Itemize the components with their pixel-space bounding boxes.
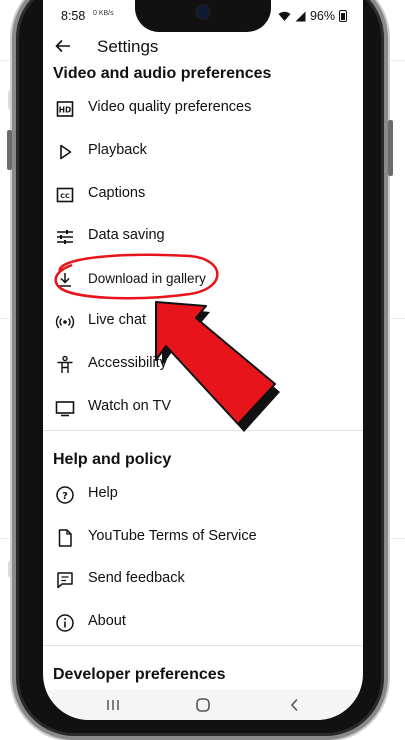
recents-icon[interactable] — [102, 694, 124, 716]
settings-item-live-chat[interactable]: Live chat — [43, 302, 363, 342]
front-camera-icon — [197, 6, 209, 18]
section-header-help-policy: Help and policy — [53, 451, 172, 468]
settings-item-accessibility[interactable]: Accessibility — [43, 345, 363, 385]
settings-item-label: Live chat — [88, 312, 147, 328]
settings-item-label: Captions — [88, 185, 146, 201]
status-right: 96% — [278, 9, 347, 23]
camera-notch — [135, 0, 271, 32]
signal-icon — [295, 11, 306, 21]
cc-icon: CC — [56, 187, 74, 203]
settings-item-label: Watch on TV — [88, 398, 172, 414]
settings-item-label: Data saving — [88, 227, 165, 243]
settings-item-about[interactable]: About — [43, 603, 363, 643]
battery-percentage: 96% — [309, 9, 335, 23]
settings-item-send-feedback[interactable]: Send feedback — [43, 560, 363, 600]
svg-text:?: ? — [62, 491, 68, 502]
settings-item-download-in-gallery[interactable]: Download in gallery — [43, 260, 363, 300]
hd-icon: HD — [56, 101, 74, 117]
tv-icon — [55, 401, 75, 417]
status-network-speed: 0 KB/s — [93, 10, 114, 17]
page-title: Settings — [97, 37, 159, 56]
section-divider — [43, 645, 363, 646]
status-time: 8:58 — [61, 9, 86, 23]
settings-item-label: Download in gallery — [88, 271, 206, 286]
app-bar: Settings — [43, 34, 363, 60]
section-header-video-audio: Video and audio preferences — [53, 65, 272, 82]
phone-side-button — [388, 120, 393, 176]
wifi-icon — [278, 11, 291, 21]
svg-text:CC: CC — [60, 192, 70, 200]
svg-text:HD: HD — [59, 106, 72, 115]
settings-item-label: Video quality preferences — [88, 99, 252, 115]
battery-icon — [339, 10, 347, 22]
settings-item-label: About — [88, 613, 126, 629]
info-icon — [56, 614, 74, 632]
back-icon[interactable] — [284, 694, 306, 716]
document-icon — [58, 529, 72, 547]
settings-item-label: Help — [88, 485, 118, 501]
home-icon[interactable] — [192, 694, 214, 716]
phone-side-button — [7, 130, 12, 170]
settings-item-data-saving[interactable]: Data saving — [43, 217, 363, 257]
settings-item-terms[interactable]: YouTube Terms of Service — [43, 518, 363, 558]
settings-item-help[interactable]: ? Help — [43, 475, 363, 515]
feedback-icon — [57, 572, 73, 589]
download-icon — [59, 273, 71, 287]
section-header-developer: Developer preferences — [53, 666, 226, 683]
arrow-left-icon[interactable] — [53, 36, 73, 56]
settings-item-label: Accessibility — [88, 355, 167, 371]
broadcast-icon — [55, 315, 75, 329]
play-icon — [60, 144, 72, 160]
settings-item-label: YouTube Terms of Service — [88, 528, 257, 544]
phone-screen: 8:58 0 KB/s 96% Settings Video and audio… — [43, 0, 363, 720]
help-icon: ? — [56, 486, 74, 504]
settings-item-captions[interactable]: CC Captions — [43, 175, 363, 215]
settings-item-label: Playback — [88, 142, 147, 158]
settings-item-playback[interactable]: Playback — [43, 132, 363, 172]
accessibility-icon — [57, 355, 73, 373]
settings-item-label: Send feedback — [88, 570, 185, 586]
status-bar: 8:58 0 KB/s 96% — [43, 0, 363, 34]
section-divider — [43, 430, 363, 431]
settings-item-watch-on-tv[interactable]: Watch on TV — [43, 388, 363, 428]
settings-item-video-quality[interactable]: HD Video quality preferences — [43, 89, 363, 129]
sliders-icon — [57, 230, 73, 244]
system-nav-bar — [43, 690, 363, 720]
